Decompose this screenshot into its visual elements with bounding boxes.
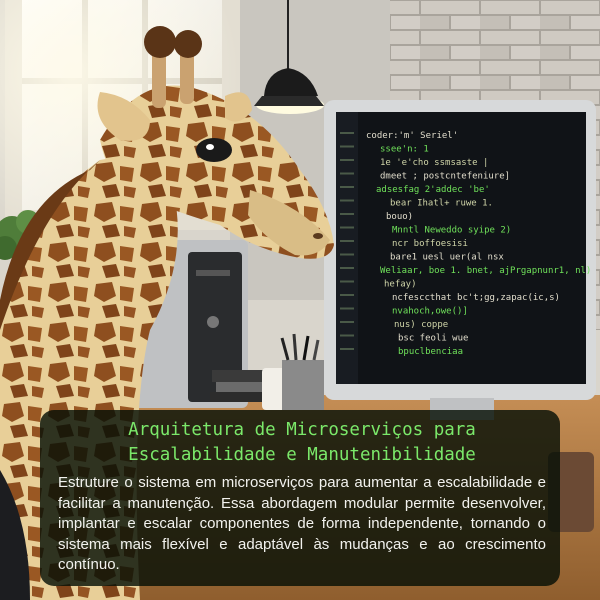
caption-box: Arquitetura de Microserviços para Escala… (40, 410, 560, 586)
code-line: Weliaar, boe 1. bnet, ajPrgapnunr1, nl) (380, 266, 591, 276)
code-line: adsesfag 2'addec 'be' (376, 185, 490, 195)
line-gutter-mark (340, 240, 354, 242)
code-line: 1e 'e'cho ssmsaste | (380, 158, 488, 168)
code-line: ssee'n: 1 (380, 145, 429, 155)
code-line: ncfesccthat bc't;gg,zapac(ic,s) (392, 293, 560, 303)
line-gutter-mark (340, 307, 354, 310)
line-gutter-mark (340, 253, 354, 256)
code-line: coder:'m' Seriel' (366, 131, 458, 141)
line-gutter-mark (340, 321, 354, 323)
caption-title-line-2: Escalabilidade e Manutenibilidade (128, 445, 476, 465)
line-gutter-mark (340, 226, 354, 229)
caption-title: Arquitetura de Microserviços para Escala… (58, 418, 546, 468)
line-gutter-mark (340, 132, 354, 134)
code-line: nus) coppe (394, 320, 448, 330)
line-gutter-mark (340, 348, 354, 350)
caption-title-line-1: Arquitetura de Microserviços para (128, 420, 476, 440)
code-line: nvahoch,owe()] (392, 307, 468, 317)
line-gutter-mark (340, 267, 354, 269)
code-line: Mnntl Neweddo syipe 2) (392, 226, 511, 236)
code-line: bear Ihatl+ ruwe 1. (390, 199, 493, 209)
code-line: dmeet ; postcntefeniure] (380, 172, 510, 182)
line-gutter-mark (340, 280, 354, 283)
line-gutter-mark (340, 172, 354, 175)
code-line: bare1 uesl uer(al nsx (390, 253, 504, 263)
line-gutter-mark (340, 334, 354, 337)
line-gutter-mark (340, 159, 354, 161)
code-line: ncr boffoesisi (392, 239, 468, 249)
line-gutter-mark (340, 213, 354, 215)
line-gutter-mark (340, 186, 354, 188)
line-gutter-mark (340, 199, 354, 202)
code-line: hefay) (384, 280, 417, 290)
line-gutter-mark (340, 145, 354, 148)
code-line: bpuclbenciaa (398, 347, 463, 357)
caption-body: Estruture o sistema em microserviços par… (58, 474, 546, 573)
code-line: bouo) (386, 212, 413, 222)
line-gutter-mark (340, 294, 354, 296)
code-line: bsc feoli wue (398, 334, 468, 344)
